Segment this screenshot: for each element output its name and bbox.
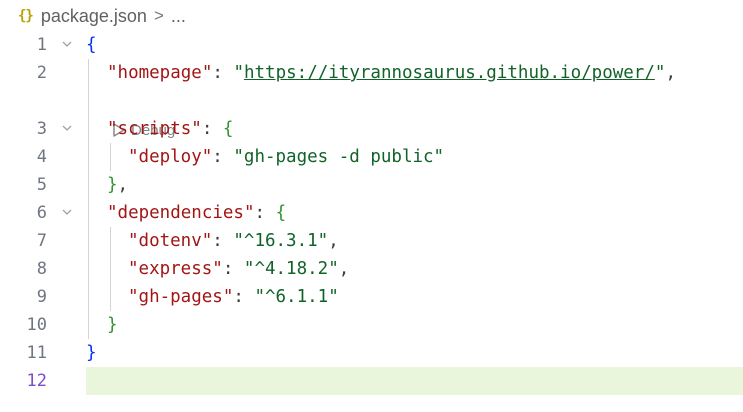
line-number: 10 [26,315,47,335]
line-number: 11 [26,343,47,363]
code-line: 3 "scripts": { [0,115,743,143]
json-key-gh-pages: "gh-pages" [128,287,234,307]
json-value-gh-pages: "^6.1.1" [254,287,339,307]
line-number: 8 [36,259,47,279]
json-key-deploy: "deploy" [128,147,213,167]
code-line: 5 }, [0,171,743,199]
chevron-down-icon[interactable] [62,39,72,49]
breadcrumb: {} package.json > ... [18,3,186,29]
root-open-brace: { [86,35,97,55]
code-line: 8 "express": "^4.18.2", [0,255,743,283]
json-key-dotenv: "dotenv" [128,231,213,251]
line-number: 4 [36,147,47,167]
code-editor[interactable]: 1 { 2 "homepage": "https://ityrannosauru… [0,31,743,412]
line-number: 9 [36,287,47,307]
breadcrumb-file[interactable]: package.json [41,6,147,27]
chevron-right-icon: > [153,6,164,25]
json-key-express: "express" [128,259,223,279]
code-line: 6 "dependencies": { [0,199,743,227]
code-line: 11 } [0,339,743,367]
current-line[interactable]: 12 [0,367,743,395]
code-line: 1 { [0,31,743,59]
code-line: 10 } [0,311,743,339]
homepage-link[interactable]: https://ityrannosaurus.github.io/power/ [244,63,655,83]
code-line: 4 "deploy": "gh-pages -d public" [0,143,743,171]
json-key-dependencies: "dependencies" [107,203,255,223]
json-value-dotenv: "^16.3.1" [233,231,329,251]
line-number-active: 12 [26,371,47,391]
chevron-down-icon[interactable] [62,207,72,217]
line-number: 3 [36,119,47,139]
line-number: 5 [36,175,47,195]
json-value-express: "^4.18.2" [243,259,339,279]
line-number: 6 [36,203,47,223]
line-number: 1 [36,35,47,55]
code-line: 9 "gh-pages": "^6.1.1" [0,283,743,311]
json-value-deploy: "gh-pages -d public" [233,147,445,167]
line-number: 2 [36,63,47,83]
breadcrumb-more[interactable]: ... [171,6,186,27]
current-line-highlight [86,367,743,395]
chevron-down-icon[interactable] [62,123,72,133]
json-key-scripts: "scripts" [107,119,202,139]
json-file-icon: {} [18,8,34,24]
line-number: 7 [36,231,47,251]
code-line: 2 "homepage": "https://ityrannosaurus.gi… [0,59,743,87]
json-key-homepage: "homepage" [107,63,213,83]
code-line: 7 "dotenv": "^16.3.1", [0,227,743,255]
root-close-brace: } [86,343,97,363]
